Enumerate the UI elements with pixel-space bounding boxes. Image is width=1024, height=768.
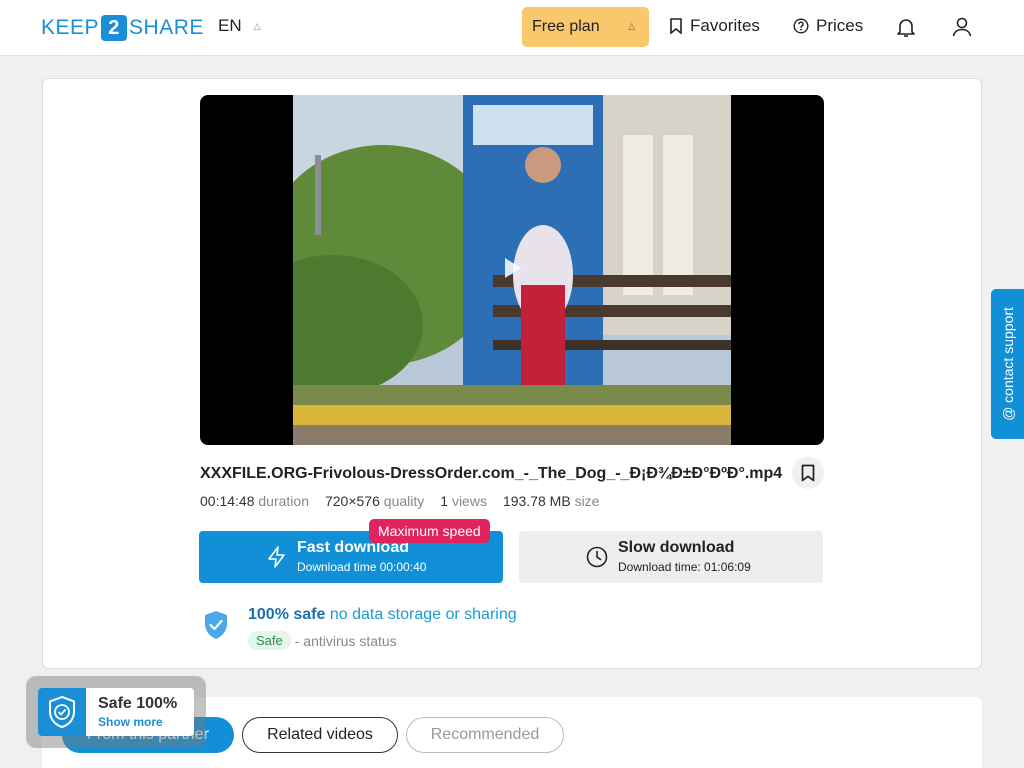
bell-icon[interactable] (894, 15, 918, 39)
safe-widget[interactable]: Safe 100% Show more (38, 688, 194, 736)
fast-download-time: Download time 00:00:40 (297, 560, 427, 574)
safe-status-pill: Safe (248, 631, 291, 650)
antivirus-status: Safe - antivirus status (248, 631, 397, 650)
logo-text-share: SHARE (129, 16, 204, 39)
safe-widget-title: Safe 100% (98, 695, 178, 712)
maximum-speed-badge: Maximum speed (369, 519, 490, 543)
shield-check-icon (49, 695, 75, 729)
plan-label: Free plan (532, 18, 600, 35)
safety-strong-text: 100% safe (248, 606, 326, 623)
plan-dropdown[interactable]: Free plan △ (522, 7, 649, 47)
slow-download-time: Download time: 01:06:09 (618, 560, 751, 574)
antivirus-status-label: - antivirus status (294, 632, 397, 649)
language-selector[interactable]: EN △ (218, 16, 261, 36)
safety-rest-text: no data storage or sharing (329, 606, 517, 623)
lightning-icon (268, 546, 285, 568)
shield-check-icon (205, 611, 227, 639)
favorites-link[interactable]: Favorites (669, 16, 760, 36)
contact-support-label: @ contact support (999, 307, 1016, 421)
safe-widget-show-more[interactable]: Show more (98, 715, 163, 729)
favorites-label: Favorites (690, 16, 760, 35)
download-area: Fast download Download time 00:00:40 Max… (42, 78, 982, 669)
slow-download-title: Slow download (618, 539, 735, 556)
prices-link[interactable]: Prices (793, 16, 863, 36)
tab-recommended[interactable]: Recommended (406, 717, 564, 753)
bookmark-icon (670, 18, 682, 34)
contact-support-tab[interactable]: @ contact support (991, 289, 1024, 439)
logo-text-keep: KEEP (41, 16, 100, 39)
top-header: KEEP 2 SHARE EN △ Free plan △ Favorites Pr… (0, 0, 1024, 56)
slow-download-button[interactable]: Slow download Download time: 01:06:09 (519, 531, 823, 583)
logo-badge-2: 2 (101, 15, 128, 41)
clock-icon (586, 546, 608, 568)
safety-headline: 100% safe no data storage or sharing (248, 606, 517, 624)
question-circle-icon (793, 18, 809, 34)
language-label: EN (218, 16, 242, 35)
chevron-up-icon: △ (253, 20, 261, 31)
site-logo[interactable]: KEEP 2 SHARE (41, 14, 204, 42)
user-icon[interactable] (950, 15, 974, 39)
tab-related-videos[interactable]: Related videos (242, 717, 398, 753)
prices-label: Prices (816, 16, 864, 35)
safe-widget-shield (38, 688, 86, 736)
chevron-up-icon: △ (628, 21, 635, 31)
